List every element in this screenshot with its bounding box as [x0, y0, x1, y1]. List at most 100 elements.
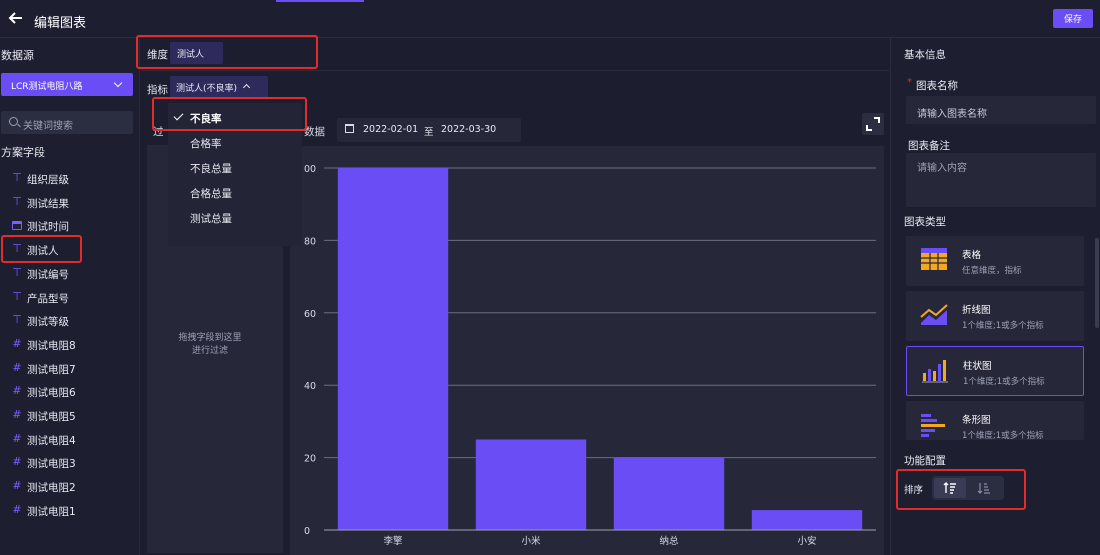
filter-hint: 拖拽字段到这里 进行过滤 — [147, 332, 273, 358]
date-start: 2022-02-01 — [363, 124, 419, 135]
y-tick-label: 00 — [304, 164, 316, 175]
search-placeholder: 关键词搜索 — [23, 121, 73, 132]
chart-type-card[interactable]: 折线图 1个维度;1或多个指标 — [906, 291, 1084, 341]
chart-type-label: 图表类型 — [904, 216, 946, 228]
field-item[interactable]: # 测试电阻8 — [0, 334, 140, 356]
chart-type-card[interactable]: 条形图 1个维度;1或多个指标 — [906, 401, 1084, 440]
horizontal-bar-chart-icon — [921, 414, 945, 437]
field-name: 测试电阻3 — [27, 458, 76, 471]
chart-name-label: 图表名称 — [916, 80, 958, 92]
text-type-icon: ⊤ — [12, 313, 22, 327]
y-tick-label: 0 — [304, 526, 310, 537]
dropdown-option[interactable]: 合格总量 — [168, 180, 302, 205]
field-name: 测试电阻6 — [27, 387, 76, 400]
dropdown-option[interactable]: 不良率 — [168, 105, 302, 130]
field-name: 测试编号 — [27, 268, 69, 281]
x-tick-label: 李擎 — [383, 535, 403, 547]
field-name: 测试电阻7 — [27, 363, 76, 376]
page-title: 编辑图表 — [34, 16, 87, 31]
datasource-value: LCR测试电阻八路 — [11, 82, 83, 92]
field-name: 测试电阻2 — [27, 482, 76, 495]
check-icon — [173, 110, 184, 121]
datasource-select[interactable]: LCR测试电阻八路 — [1, 73, 133, 96]
right-panel-scrollbar[interactable] — [1095, 238, 1099, 328]
chart-type-desc: 1个维度;1或多个指标 — [962, 431, 1044, 440]
date-separator: 至 — [424, 127, 434, 138]
field-name: 测试时间 — [27, 221, 69, 234]
calendar-icon — [345, 124, 354, 133]
number-type-icon: # — [12, 479, 22, 493]
field-item[interactable]: # 测试电阻4 — [0, 429, 140, 451]
chart-type-desc: 1个维度;1或多个指标 — [962, 321, 1044, 331]
number-type-icon: # — [12, 431, 22, 445]
field-name: 产品型号 — [27, 292, 69, 305]
number-type-icon: # — [12, 384, 22, 398]
chart-type-card[interactable]: 柱状图 1个维度;1或多个指标 — [906, 346, 1084, 396]
dropdown-option[interactable]: 合格率 — [168, 130, 302, 155]
dropdown-option-label: 测试总量 — [190, 213, 232, 225]
text-type-icon: ⊤ — [12, 194, 22, 208]
sort-label: 排序 — [904, 485, 924, 496]
dropdown-option-label: 合格率 — [190, 138, 222, 150]
field-item[interactable]: # 测试电阻7 — [0, 358, 140, 380]
field-item[interactable]: # 测试电阻5 — [0, 405, 140, 427]
bar — [613, 457, 725, 530]
field-item[interactable]: ⊤ 测试结果 — [0, 192, 140, 214]
x-tick-label: 小安 — [797, 535, 816, 547]
field-item[interactable]: ⊤ 测试编号 — [0, 263, 140, 285]
text-type-icon: ⊤ — [12, 171, 22, 184]
field-item[interactable]: ⊤ 测试人 — [0, 239, 140, 261]
chart-name-placeholder: 请输入图表名称 — [917, 109, 987, 120]
number-type-icon: # — [12, 502, 22, 516]
chart-type-title: 折线图 — [962, 305, 991, 316]
field-name: 测试电阻4 — [27, 434, 76, 447]
fullscreen-icon[interactable] — [862, 113, 884, 135]
date-end: 2022-03-30 — [441, 124, 497, 135]
field-name: 测试电阻8 — [27, 339, 76, 352]
chart-type-card[interactable]: 表格 任意维度，指标 — [906, 236, 1084, 286]
chart-type-title: 柱状图 — [963, 361, 992, 372]
dropdown-option[interactable]: 不良总量 — [168, 155, 302, 180]
chart-area: 0 20 40 60 80 00 李擎 小米 纳总 小安 — [290, 146, 884, 555]
number-type-icon: # — [12, 336, 22, 350]
fields-label: 方案字段 — [1, 146, 45, 159]
field-name: 组织层级 — [27, 174, 69, 186]
field-item[interactable]: ⊤ 产品型号 — [0, 287, 140, 309]
y-tick-label: 40 — [304, 381, 316, 392]
field-item[interactable]: ⊤ 组织层级 — [0, 168, 140, 190]
indicator-label: 指标 — [147, 84, 168, 96]
chart-note-label: 图表备注 — [908, 140, 950, 152]
dropdown-option-label: 合格总量 — [190, 188, 232, 200]
field-item[interactable]: ⊤ 测试等级 — [0, 310, 140, 332]
field-item[interactable]: # 测试电阻1 — [0, 500, 140, 522]
sort-ascending-icon — [943, 482, 956, 494]
chart-type-title: 表格 — [962, 250, 982, 261]
indicator-chip[interactable]: 测试人(不良率) — [170, 76, 268, 98]
y-tick-label: 20 — [304, 454, 316, 465]
field-item[interactable]: # 测试电阻2 — [0, 476, 140, 498]
field-name: 测试电阻1 — [27, 505, 76, 518]
bar-chart-icon — [922, 360, 948, 383]
sort-ascending-button[interactable] — [934, 478, 966, 498]
bar-chart: 0 20 40 60 80 00 李擎 小米 纳总 小安 — [304, 164, 876, 547]
y-tick-label: 60 — [304, 309, 316, 320]
filter-label: 过 — [153, 126, 164, 138]
field-item[interactable]: # 测试电阻6 — [0, 381, 140, 403]
field-item[interactable]: # 测试电阻3 — [0, 452, 140, 474]
dropdown-option-label: 不良率 — [190, 113, 222, 125]
indicator-dropdown: 不良率合格率不良总量合格总量测试总量 — [168, 103, 302, 246]
bar — [337, 168, 449, 530]
top-bar — [0, 0, 1100, 38]
datasource-label: 数据源 — [1, 49, 34, 62]
sort-descending-icon — [977, 483, 990, 494]
save-button[interactable]: 保存 — [1053, 9, 1093, 28]
dropdown-option[interactable]: 测试总量 — [168, 205, 302, 230]
back-arrow-icon[interactable] — [8, 10, 24, 28]
dimension-chip[interactable]: 测试人 — [170, 42, 223, 64]
chart-note-placeholder: 请输入内容 — [917, 163, 967, 174]
field-item[interactable]: 测试时间 — [0, 215, 140, 237]
number-type-icon: # — [12, 360, 22, 374]
divider — [141, 70, 889, 71]
dimension-label: 维度 — [147, 49, 168, 61]
sort-descending-button[interactable] — [968, 478, 1000, 498]
